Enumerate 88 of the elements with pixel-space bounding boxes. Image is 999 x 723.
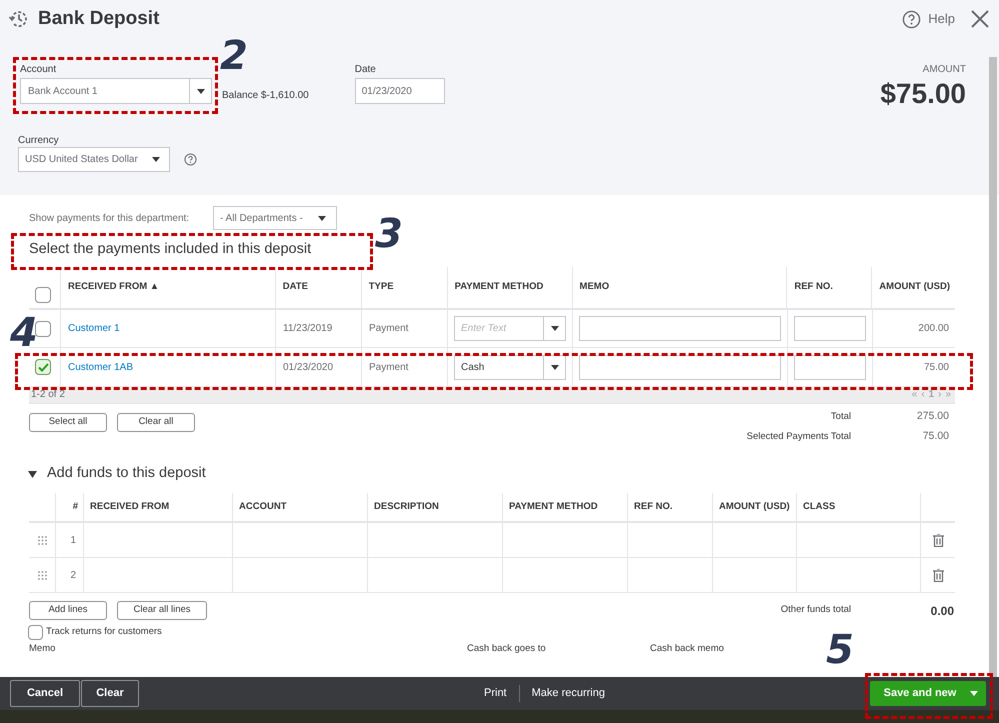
total-value: 0.00 [930, 602, 955, 620]
amount-total: $75.00 [880, 77, 966, 111]
ref-field[interactable] [794, 354, 866, 380]
date-field[interactable]: 01/23/2020 [354, 78, 445, 104]
field-label: Account [20, 63, 58, 77]
trash-icon[interactable] [932, 534, 944, 546]
payment-method-select[interactable]: Cash [454, 354, 566, 380]
caret-icon [196, 88, 204, 94]
column-header: REF NO. [634, 500, 673, 514]
caret-icon [318, 216, 326, 220]
checkbox[interactable] [35, 320, 51, 336]
table-button[interactable]: Add lines [29, 601, 107, 620]
scrollbar[interactable] [989, 57, 997, 677]
account-select[interactable]: Bank Account 1 [20, 78, 212, 104]
column-header[interactable]: REF NO. [794, 280, 833, 295]
table-button[interactable]: Clear all lines [117, 601, 207, 620]
customer-link[interactable]: Customer 1AB [68, 360, 134, 374]
checkbox-label: Track returns for customers [46, 625, 162, 640]
collapse-triangle-icon[interactable] [28, 470, 37, 478]
balance-text: Balance $-1,610.00 [222, 89, 309, 102]
department-select[interactable]: - All Departments - [213, 206, 337, 230]
drag-handle-icon[interactable] [38, 536, 46, 544]
caret-icon [152, 157, 160, 162]
history-icon[interactable] [8, 8, 30, 30]
table-cell-text: 11/23/2019 [283, 322, 332, 336]
column-header: PAYMENT METHOD [509, 500, 598, 514]
memo-field[interactable] [579, 354, 781, 380]
callout-number: 5 [826, 630, 854, 670]
footer-button[interactable]: Cancel [10, 680, 80, 707]
column-header[interactable]: PAYMENT METHOD [454, 280, 544, 295]
column-header: ACCOUNT [239, 500, 286, 514]
field-label: Currency [18, 134, 60, 147]
column-header: RECEIVED FROM [90, 500, 170, 514]
row-count: 1-2 of 2 [31, 388, 65, 402]
ref-field[interactable] [794, 316, 866, 341]
column-header[interactable]: TYPE [368, 280, 394, 295]
column-header: CLASS [803, 500, 836, 514]
checkbox[interactable] [35, 359, 51, 375]
section-heading: Select the payments included in this deposit [29, 240, 312, 260]
field-label: Cash back memo [650, 643, 724, 654]
column-header: DESCRIPTION [374, 500, 439, 514]
memo-field[interactable] [579, 316, 781, 341]
column-header[interactable]: MEMO [580, 280, 610, 295]
field-label: Date [354, 63, 377, 77]
callout-number: 2 [220, 36, 248, 76]
column-header: # [72, 500, 78, 514]
footer-link[interactable]: Print [472, 685, 519, 702]
checkbox[interactable] [35, 287, 51, 303]
table-cell-text: 75.00 [924, 360, 949, 374]
checkmark-icon [38, 362, 48, 372]
table-cell-text: Payment [369, 322, 408, 336]
column-header[interactable]: DATE [282, 280, 308, 295]
total-label: Other funds total [780, 603, 851, 618]
column-header[interactable]: RECEIVED FROM ▲ [68, 280, 160, 295]
amount-label: AMOUNT [922, 63, 966, 77]
help-icon[interactable] [184, 153, 197, 166]
table-button[interactable]: Clear all [117, 413, 195, 432]
total-label: Total [830, 410, 851, 424]
field-label: Cash back goes to [467, 643, 546, 654]
window-title: Bank Deposit [38, 6, 160, 31]
callout-number: 3 [375, 214, 403, 254]
currency-select[interactable]: USD United States Dollar [18, 147, 170, 172]
help-link[interactable]: Help [928, 9, 955, 29]
line-number: 1 [70, 534, 76, 548]
footer-button[interactable]: Clear [81, 680, 139, 707]
caret-icon [550, 364, 558, 370]
help-icon[interactable] [902, 10, 922, 28]
table-cell-text: 200.00 [918, 322, 949, 336]
section-heading: Add funds to this deposit [47, 464, 206, 484]
line-number: 2 [70, 568, 76, 582]
caret-icon [550, 326, 558, 331]
table-button[interactable]: Select all [29, 413, 107, 432]
column-header: AMOUNT (USD) [719, 500, 790, 514]
drag-handle-icon[interactable] [38, 570, 46, 580]
caret-icon [970, 691, 978, 696]
column-header[interactable]: AMOUNT (USD) [879, 280, 950, 295]
field-label: Memo [29, 643, 56, 654]
trash-icon[interactable] [932, 568, 944, 582]
total-value: 275.00 [916, 409, 950, 424]
table-cell-text: 01/23/2020 [283, 360, 334, 374]
checkbox[interactable] [28, 625, 43, 640]
table-cell-text: Payment [369, 360, 408, 374]
department-label: Show payments for this department: [29, 212, 190, 226]
footer-link[interactable]: Make recurring [518, 685, 617, 702]
customer-link[interactable]: Customer 1 [68, 321, 120, 336]
total-value: 75.00 [922, 429, 950, 444]
total-label: Selected Payments Total [746, 430, 851, 444]
close-icon[interactable] [971, 10, 989, 28]
